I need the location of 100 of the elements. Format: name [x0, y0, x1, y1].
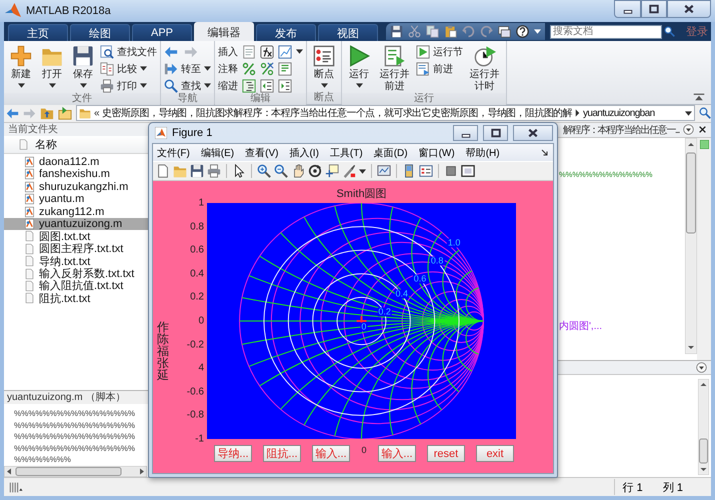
brush-icon[interactable]	[342, 164, 356, 178]
toolbar-button[interactable]: 查找文件	[100, 44, 157, 59]
copy-icon[interactable]	[426, 25, 439, 38]
minimize-button[interactable]	[453, 125, 478, 141]
paste-icon[interactable]	[444, 25, 457, 38]
menu-item[interactable]: 查看(V)	[245, 146, 278, 160]
toolbar-button[interactable]: 比较	[100, 61, 157, 76]
hand-icon[interactable]	[291, 164, 305, 178]
ribbon-tab[interactable]: 编辑器	[194, 22, 254, 41]
vertical-scrollbar[interactable]	[698, 378, 709, 475]
caret-icon[interactable]	[296, 49, 303, 54]
caret-icon[interactable]	[204, 83, 211, 88]
zoom-out-icon[interactable]	[274, 164, 288, 178]
caret-icon[interactable]	[140, 83, 147, 88]
file-item[interactable]: fanshexishu.m	[4, 168, 150, 181]
new-file-icon[interactable]	[156, 164, 170, 178]
dock-icon[interactable]	[541, 148, 549, 156]
save-icon[interactable]	[390, 25, 403, 38]
close-icon[interactable]	[698, 125, 707, 134]
up-folder-icon[interactable]	[40, 106, 54, 120]
uncomment-icon[interactable]	[260, 62, 274, 76]
legend-icon[interactable]	[419, 164, 433, 178]
file-item[interactable]: zukang112.m	[4, 205, 150, 218]
windows-icon[interactable]	[498, 25, 511, 38]
figure-button[interactable]: exit	[476, 445, 514, 462]
browse-folder-icon[interactable]	[58, 106, 72, 120]
linked-plot-icon[interactable]	[377, 164, 391, 178]
vertical-scrollbar[interactable]	[685, 138, 697, 354]
caret-icon[interactable]	[204, 66, 211, 71]
caret-icon[interactable]	[320, 82, 328, 88]
decrease-indent-icon[interactable]	[260, 78, 274, 92]
help-icon[interactable]	[516, 25, 529, 38]
caret-icon[interactable]	[356, 82, 362, 88]
cut-icon[interactable]	[408, 25, 421, 38]
indent-icon[interactable]	[242, 78, 256, 92]
status-grip-icon[interactable]	[8, 480, 24, 494]
wrap-icon[interactable]	[278, 62, 292, 76]
toolbar-button[interactable]: 打开	[38, 44, 66, 88]
zoom-in-icon[interactable]	[257, 164, 271, 178]
path-segment[interactable]: yuantuzuizongban	[582, 108, 655, 119]
floppy-icon[interactable]	[190, 164, 204, 178]
menu-item[interactable]: 插入(I)	[289, 146, 319, 160]
ribbon-tab[interactable]: 主页	[8, 24, 68, 41]
function-icon[interactable]	[260, 44, 274, 58]
figure-button[interactable]: reset	[427, 445, 465, 462]
toolbar-button[interactable]: 查找	[164, 78, 211, 93]
chart-icon[interactable]	[278, 44, 292, 58]
caret-icon[interactable]	[80, 82, 86, 88]
toolbar-button[interactable]: 前进	[416, 61, 463, 76]
dropdown-icon[interactable]	[683, 124, 694, 136]
increase-indent-icon[interactable]	[278, 78, 292, 92]
toolbar-button[interactable]: 运行节	[416, 44, 463, 59]
toolbar-button[interactable]: 打印	[100, 78, 157, 93]
dropdown-icon[interactable]	[696, 362, 707, 373]
path-segment[interactable]: 史密斯原图，导纳图，阻抗图求解程序：本程序当给出任意一个点，就可求出它史密斯原图，导纳图，阻抗图的解	[102, 106, 572, 120]
printer-icon[interactable]	[207, 164, 221, 178]
file-item[interactable]: 阻抗.txt.txt	[4, 292, 150, 305]
ribbon-tab[interactable]: 绘图	[70, 24, 130, 41]
close-button[interactable]	[513, 125, 553, 141]
menu-item[interactable]: 编辑(E)	[200, 146, 234, 160]
figure-button[interactable]: 导纳...	[214, 445, 252, 462]
show-tools-icon[interactable]	[461, 164, 475, 178]
figure-button[interactable]: 阻抗...	[263, 445, 301, 462]
pointer-icon[interactable]	[232, 164, 246, 178]
file-item[interactable]: 导纳.txt.txt	[4, 255, 150, 268]
search-icon[interactable]	[664, 26, 675, 37]
caret-icon[interactable]	[18, 82, 24, 88]
data-cursor-icon[interactable]	[325, 164, 339, 178]
minimize-button[interactable]	[614, 0, 641, 18]
toolbar-button[interactable]: 断点	[310, 44, 338, 88]
figure-button[interactable]: 输入...	[312, 445, 350, 462]
menu-item[interactable]: 桌面(D)	[374, 146, 408, 160]
toolbar-button[interactable]: 新建	[7, 44, 35, 88]
file-item[interactable]: yuantuzuizong.m	[4, 218, 150, 230]
address-field[interactable]: « 史密斯原图，导纳图，阻抗图求解程序：本程序当给出任意一个点，就可求出它史密斯原图，导纳图，阻抗图的解 yuantuzuizongban	[76, 105, 695, 122]
search-icon[interactable]	[699, 107, 711, 120]
hide-tools-icon[interactable]	[444, 164, 458, 178]
menu-item[interactable]: 工具(T)	[330, 146, 363, 160]
back-arrow-icon[interactable]	[6, 106, 19, 120]
toolbar-button[interactable]: 运行	[345, 44, 373, 88]
file-item[interactable]: shuruzukangzhi.m	[4, 180, 150, 194]
menu-item[interactable]: 帮助(H)	[466, 146, 500, 160]
figure-button[interactable]: 输入...	[378, 445, 416, 462]
ribbon-tab[interactable]: APP	[132, 24, 192, 41]
file-item[interactable]: 圆图.txt.txt	[4, 230, 150, 243]
ribbon-tab[interactable]: 发布	[256, 24, 316, 41]
ribbon-tab[interactable]: 视图	[318, 24, 378, 41]
toolbar-button[interactable]: 运行并计时	[466, 44, 503, 93]
overflow-chevron[interactable]: «	[94, 108, 99, 119]
rotate-icon[interactable]	[308, 164, 322, 178]
toolbar-button[interactable]: 保存	[69, 44, 97, 88]
menu-item[interactable]: 文件(F)	[157, 146, 190, 160]
toolbar-button[interactable]: 转至	[164, 61, 211, 76]
caret-icon[interactable]	[140, 66, 147, 71]
file-item[interactable]: 圆图主程序.txt.txt	[4, 242, 150, 255]
toolbar-button[interactable]: 运行并前进	[376, 44, 413, 93]
search-field[interactable]: 搜索文档	[550, 24, 662, 38]
caret-icon[interactable]	[534, 29, 541, 34]
horizontal-scrollbar[interactable]	[4, 466, 147, 478]
caret-icon[interactable]	[685, 110, 692, 116]
